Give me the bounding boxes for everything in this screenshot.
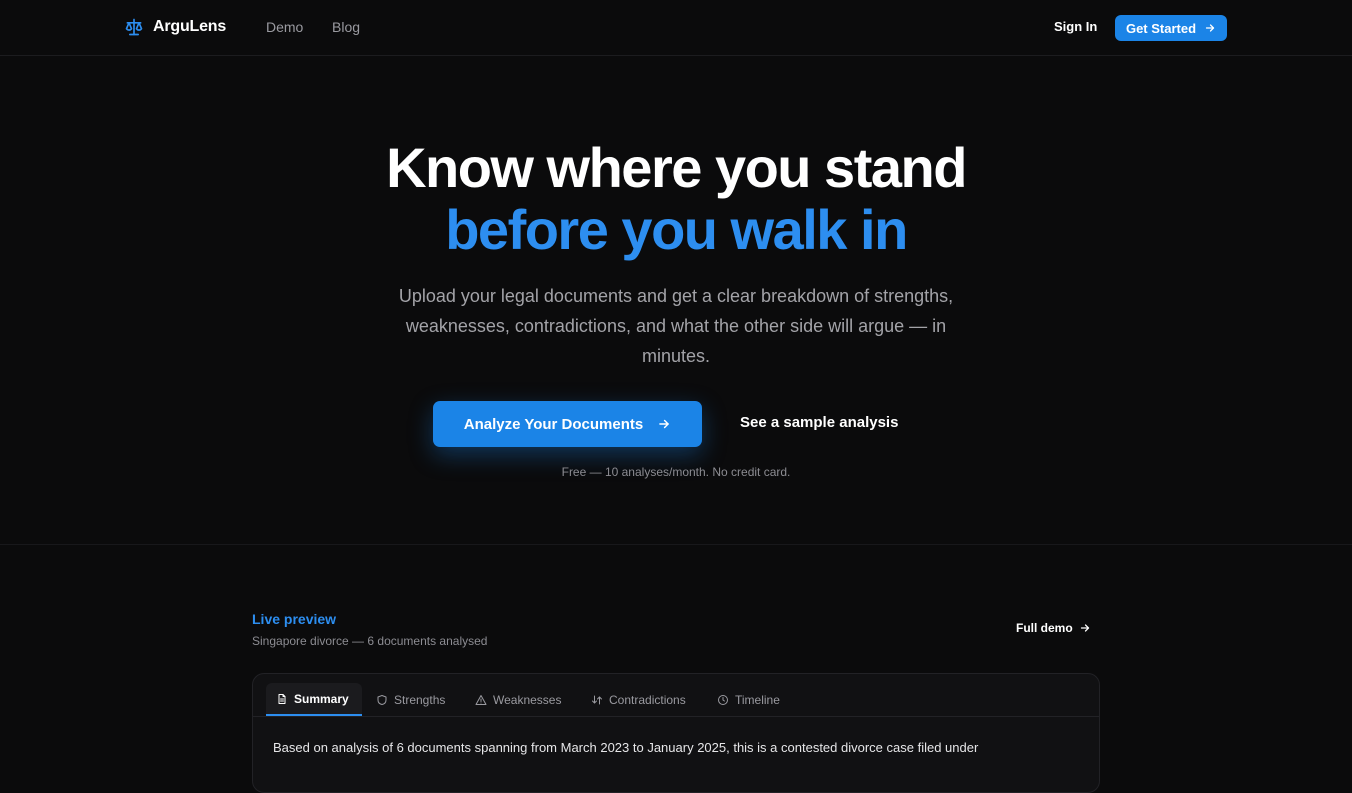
- hero-subtitle: Upload your legal documents and get a cl…: [398, 286, 954, 366]
- tab-timeline[interactable]: Timeline: [707, 683, 790, 716]
- live-preview-sublabel: Singapore divorce — 6 documents analysed: [252, 634, 488, 648]
- brand-name: ArguLens: [153, 18, 227, 35]
- get-started-button[interactable]: Get Started: [1115, 15, 1227, 41]
- arrow-right-icon: [1205, 24, 1215, 32]
- full-demo-label: Full demo: [1016, 621, 1073, 635]
- hero-title-line2: before you walk in: [445, 198, 908, 261]
- tab-timeline-label: Timeline: [735, 692, 780, 707]
- hero-title-line1: Know where you stand: [386, 136, 967, 199]
- arrow-right-icon: [1080, 624, 1089, 632]
- analyze-documents-button[interactable]: Analyze Your Documents: [433, 401, 702, 447]
- pricing-note: Free — 10 analyses/month. No credit card…: [561, 465, 791, 479]
- tab-strengths-label: Strengths: [394, 692, 446, 707]
- preview-panel: Summary Strengths Weaknesses Contradicti…: [252, 673, 1100, 793]
- tab-weaknesses[interactable]: Weaknesses: [465, 683, 571, 716]
- full-demo-link[interactable]: Full demo: [1016, 621, 1091, 635]
- nav-link-blog[interactable]: Blog: [332, 19, 360, 35]
- tab-summary[interactable]: Summary: [266, 683, 362, 716]
- summary-text: Based on analysis of 6 documents spannin…: [273, 740, 979, 755]
- top-nav: ArguLens Demo Blog Sign In Get Started: [0, 0, 1352, 56]
- sample-analysis-link[interactable]: See a sample analysis: [740, 414, 898, 431]
- sign-in-link[interactable]: Sign In: [1054, 19, 1097, 34]
- tab-contradictions[interactable]: Contradictions: [581, 683, 696, 716]
- live-preview-label: Live preview: [252, 611, 337, 627]
- clock-icon: [718, 694, 728, 705]
- document-icon: [278, 693, 286, 704]
- tab-contradictions-label: Contradictions: [609, 692, 686, 707]
- shield-icon: [377, 694, 387, 705]
- tab-strengths[interactable]: Strengths: [366, 683, 455, 716]
- get-started-label: Get Started: [1125, 20, 1197, 36]
- nav-link-demo[interactable]: Demo: [266, 19, 303, 35]
- arrow-right-icon: [659, 419, 670, 429]
- brand-logo[interactable]: ArguLens: [124, 17, 226, 37]
- tab-summary-label: Summary: [294, 691, 349, 706]
- analyze-documents-label: Analyze Your Documents: [463, 415, 644, 433]
- swap-icon: [592, 695, 602, 704]
- warning-icon: [475, 694, 487, 705]
- preview-tabs: Summary Strengths Weaknesses Contradicti…: [253, 674, 1099, 717]
- scales-icon: [125, 18, 143, 36]
- tab-weaknesses-label: Weaknesses: [493, 692, 562, 707]
- section-divider: [0, 544, 1352, 545]
